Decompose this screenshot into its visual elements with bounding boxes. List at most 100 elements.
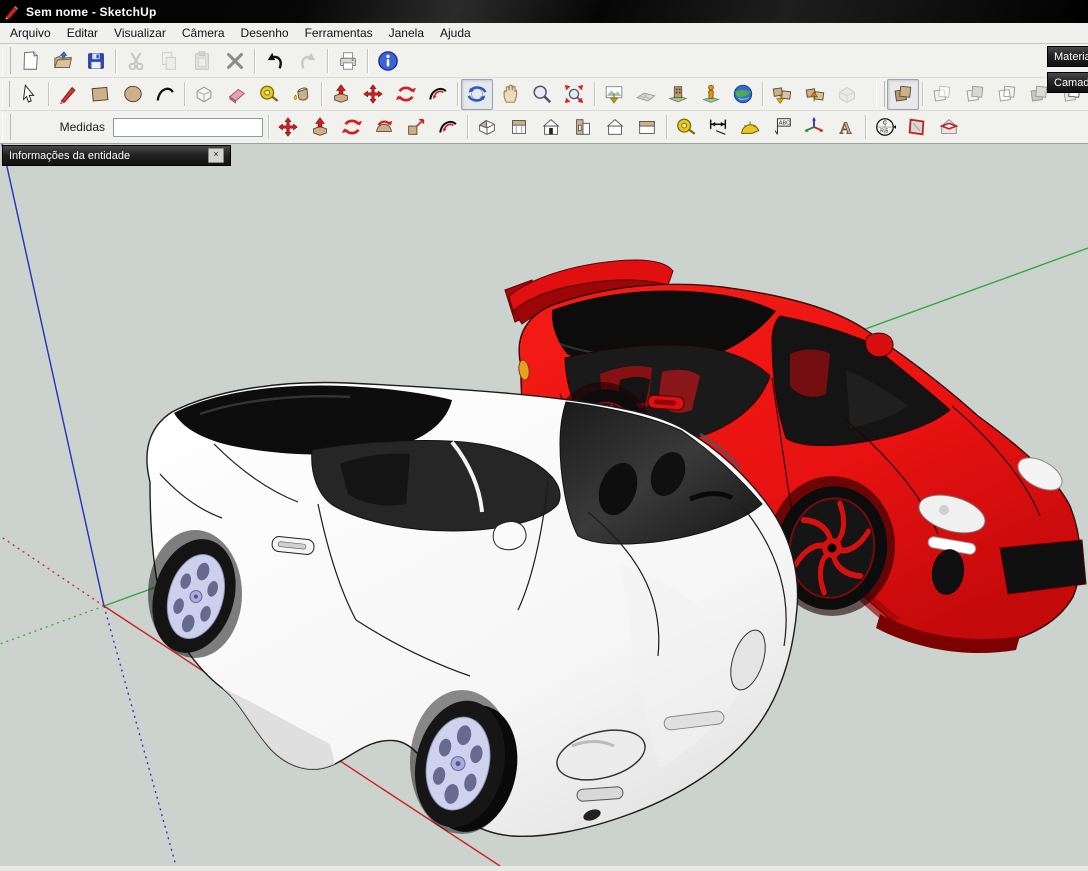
google-earth-button[interactable]: [727, 79, 759, 110]
layers-panel[interactable]: Camadas: [1047, 72, 1088, 93]
style-shaded-textures-button[interactable]: [887, 79, 919, 110]
toggle-terrain-button[interactable]: [630, 79, 662, 110]
toolbar-grip[interactable]: [2, 47, 11, 73]
offset-tool-button-2[interactable]: [432, 112, 464, 142]
menu-desenho[interactable]: Desenho: [233, 24, 297, 42]
getting-started-toolbar: [0, 78, 1088, 111]
toolbar-grip[interactable]: [2, 81, 10, 107]
menu-janela[interactable]: Janela: [381, 24, 432, 42]
push-pull-button[interactable]: [325, 79, 357, 110]
paste-button[interactable]: [185, 46, 218, 76]
section-plane-button[interactable]: [901, 112, 933, 142]
white-car-model[interactable]: [140, 383, 798, 841]
menu-ajuda[interactable]: Ajuda: [432, 24, 479, 42]
view-front-button[interactable]: [535, 112, 567, 142]
scale-tool-button[interactable]: [400, 112, 432, 142]
view-top-button[interactable]: [503, 112, 535, 142]
compass-tool-button[interactable]: CR-5: [869, 112, 901, 142]
make-component-button[interactable]: [188, 79, 220, 110]
tape-measure-button[interactable]: [253, 79, 285, 110]
move-tool-button[interactable]: [357, 79, 389, 110]
toolbar-grip[interactable]: [876, 81, 884, 107]
share-model-button[interactable]: [799, 79, 831, 110]
tape-measure-button-2[interactable]: [670, 112, 702, 142]
arc-tool-button[interactable]: [149, 79, 181, 110]
new-document-button[interactable]: [13, 46, 46, 76]
delete-button[interactable]: [218, 46, 251, 76]
rotate-tool-button[interactable]: [389, 79, 421, 110]
menu-arquivo[interactable]: Arquivo: [2, 24, 59, 42]
rectangle-tool-button[interactable]: [84, 79, 116, 110]
follow-me-button[interactable]: [368, 112, 400, 142]
separator: [457, 82, 458, 106]
zoom-extents-button[interactable]: [558, 79, 590, 110]
toolbar-grip[interactable]: [2, 114, 11, 140]
style-wireframe-button[interactable]: [959, 79, 991, 110]
section-plane-icon: [906, 116, 928, 138]
section-cut-button[interactable]: [933, 112, 965, 142]
rotate-tool-button-2[interactable]: [336, 112, 368, 142]
paint-bucket-button[interactable]: [285, 79, 317, 110]
measurements-toolbar: Medidas: [13, 118, 265, 137]
entity-info-panel[interactable]: Informações da entidade ×: [2, 145, 231, 166]
delete-x-icon: [224, 50, 246, 72]
entity-info-close-icon[interactable]: ×: [208, 148, 224, 163]
print-button[interactable]: [331, 46, 364, 76]
measurements-input[interactable]: [113, 118, 263, 137]
new-building-button[interactable]: [695, 79, 727, 110]
white-car-bumper-vent: [577, 786, 624, 801]
view-iso-button[interactable]: [471, 112, 503, 142]
push-pull-button-2[interactable]: [304, 112, 336, 142]
orbit-tool-button[interactable]: [461, 79, 493, 110]
menu-ferramentas[interactable]: Ferramentas: [297, 24, 381, 42]
copy-button[interactable]: [152, 46, 185, 76]
select-tool-button[interactable]: [12, 79, 44, 110]
menu-editar[interactable]: Editar: [59, 24, 106, 42]
line-tool-button[interactable]: [52, 79, 84, 110]
pan-tool-button[interactable]: [493, 79, 525, 110]
view-back-button[interactable]: [599, 112, 631, 142]
dimension-tool-button[interactable]: [702, 112, 734, 142]
menu-camera[interactable]: Câmera: [174, 24, 233, 42]
zoom-icon: [531, 83, 553, 105]
get-models-icon: [771, 83, 793, 105]
view-left-button[interactable]: [631, 112, 663, 142]
undo-button[interactable]: [258, 46, 291, 76]
protractor-tool-button[interactable]: [734, 112, 766, 142]
style-hidden-line-button[interactable]: [991, 79, 1023, 110]
view-right-button[interactable]: [567, 112, 599, 142]
get-models-button[interactable]: [766, 79, 798, 110]
photo-textures-button[interactable]: [662, 79, 694, 110]
eraser-tool-button[interactable]: [221, 79, 253, 110]
move-tool-button-2[interactable]: [272, 112, 304, 142]
shaded-with-textures-icon: [892, 83, 914, 105]
top-view-icon: [508, 116, 530, 138]
protractor-icon: [739, 116, 761, 138]
menu-visualizar[interactable]: Visualizar: [106, 24, 174, 42]
window-title: Sem nome - SketchUp: [26, 5, 157, 19]
new-document-icon: [19, 50, 41, 72]
get-current-view-button[interactable]: [597, 79, 629, 110]
open-button[interactable]: [46, 46, 79, 76]
photo-textures-icon: [667, 83, 689, 105]
materials-panel[interactable]: Materiais: [1047, 46, 1088, 67]
offset-tool-button[interactable]: [422, 79, 454, 110]
style-xray-button[interactable]: [926, 79, 958, 110]
circle-tool-button[interactable]: [116, 79, 148, 110]
green-axis-dotted: [0, 606, 104, 644]
text-tool-button[interactable]: ABC: [766, 112, 798, 142]
save-button[interactable]: [79, 46, 112, 76]
model-viewport[interactable]: [0, 143, 1088, 866]
model-info-button[interactable]: [371, 46, 404, 76]
title-bar[interactable]: Sem nome - SketchUp: [0, 0, 1088, 23]
orbit-icon: [466, 83, 488, 105]
sketchup-window: { "window": { "title": "Sem nome - Sketc…: [0, 0, 1088, 865]
axes-tool-button[interactable]: [798, 112, 830, 142]
cut-button[interactable]: [119, 46, 152, 76]
push-pull-icon: [330, 83, 352, 105]
zoom-tool-button[interactable]: [526, 79, 558, 110]
redo-button[interactable]: [291, 46, 324, 76]
building-maker-button[interactable]: [831, 79, 863, 110]
new-building-icon: [700, 83, 722, 105]
3d-text-button[interactable]: A: [830, 112, 862, 142]
